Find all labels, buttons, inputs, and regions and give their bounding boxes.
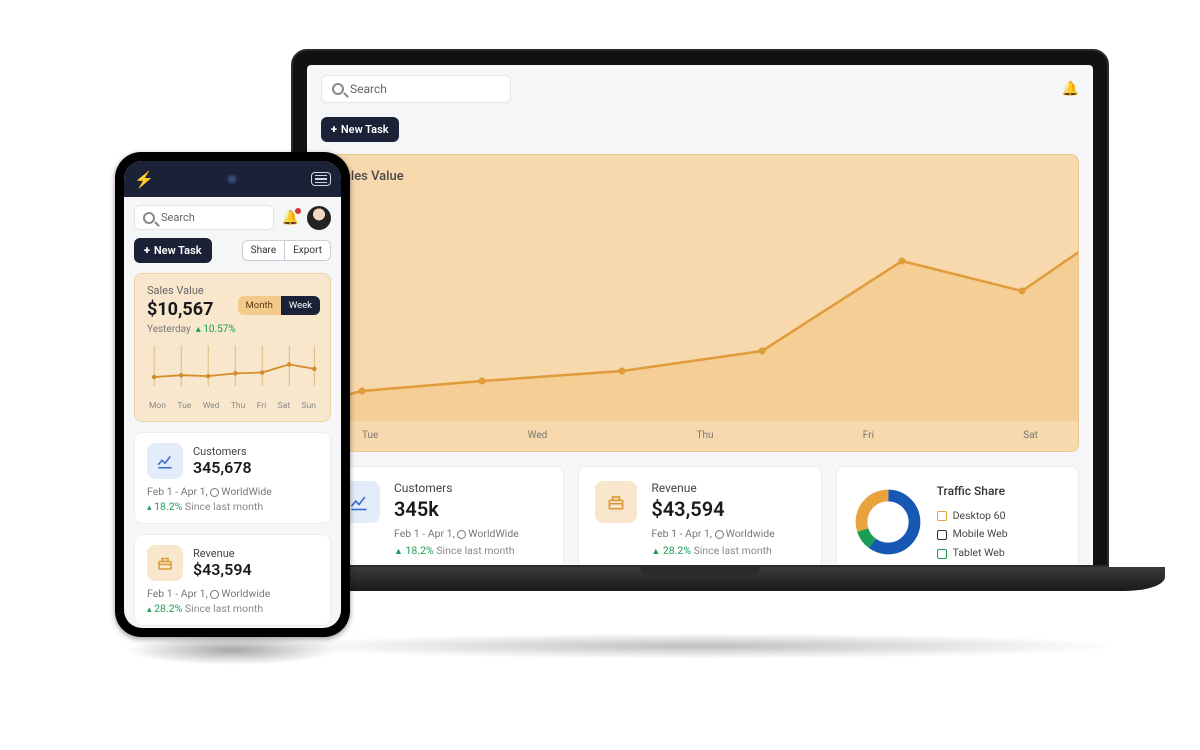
notification-badge [295, 208, 301, 214]
revenue-meta: Feb 1 - Apr 1, Worldwide [147, 587, 318, 600]
search-icon [143, 212, 155, 224]
stat-card-row: Customers 345k Feb 1 - Apr 1, WorldWide … [307, 452, 1093, 565]
chart-x-axis: Tue Wed Thu Fri Sat [362, 430, 1038, 441]
plus-icon: + [331, 123, 337, 136]
new-task-button[interactable]: + New Task [321, 117, 399, 142]
chevron-up-icon: ▴ [196, 324, 201, 335]
revenue-meta: Feb 1 - Apr 1, Worldwide [651, 527, 804, 540]
mini-chart-days: MonTueWedThuFriSatSun [147, 401, 318, 411]
chevron-up-icon: ▴ [147, 605, 152, 615]
top-bar: Search 🔔 [307, 65, 1093, 113]
customers-meta: Feb 1 - Apr 1, WorldWide [394, 527, 547, 540]
laptop-screen: Search 🔔 + New Task Sales Value [307, 65, 1093, 565]
customers-delta: ▲ 18.2% Since last month [394, 544, 547, 557]
revenue-card: Revenue $43,594 Feb 1 - Apr 1, Worldwide… [578, 466, 821, 565]
axis-label: Thu [697, 430, 714, 441]
share-button[interactable]: Share [243, 241, 284, 260]
cash-register-icon [595, 481, 637, 523]
search-icon [332, 83, 344, 95]
chevron-up-icon: ▴ [147, 503, 152, 513]
chevron-up-icon: ▲ [394, 547, 403, 557]
globe-icon [210, 488, 219, 497]
nav-dot-icon [227, 174, 237, 184]
traffic-item-mobile: Mobile Web [937, 525, 1008, 544]
traffic-donut-chart [853, 487, 923, 557]
axis-label: Fri [863, 430, 874, 441]
sales-value-card: Sales Value $10,567 Month Week Yesterday… [134, 273, 331, 422]
globe-icon [457, 530, 466, 539]
phone-navbar: ⚡ [124, 161, 341, 197]
notification-bell-icon[interactable]: 🔔 [282, 210, 299, 226]
search-placeholder: Search [161, 211, 195, 224]
menu-button[interactable] [311, 172, 331, 186]
phone-action-row: + New Task Share Export [124, 238, 341, 273]
revenue-delta: ▲ 28.2% Since last month [651, 544, 804, 557]
customers-card: Customers 345k Feb 1 - Apr 1, WorldWide … [321, 466, 564, 565]
export-button[interactable]: Export [284, 241, 330, 260]
search-placeholder: Search [350, 82, 387, 96]
toggle-week[interactable]: Week [281, 296, 320, 315]
revenue-card: Revenue $43,594 Feb 1 - Apr 1, Worldwide… [134, 534, 331, 626]
plus-icon: + [144, 244, 150, 257]
revenue-value: $43,594 [193, 560, 252, 579]
customers-label: Customers [193, 445, 252, 458]
laptop-base [235, 567, 1165, 591]
customers-label: Customers [394, 481, 547, 495]
customers-card: Customers 345,678 Feb 1 - Apr 1, WorldWi… [134, 432, 331, 524]
customers-delta: ▴ 18.2% Since last month [147, 500, 318, 513]
yesterday-delta: Yesterday ▴ 10.57% [147, 324, 318, 335]
axis-label: Sat [1023, 430, 1038, 441]
notification-bell-icon[interactable]: 🔔 [1062, 81, 1079, 97]
revenue-delta: ▴ 28.2% Since last month [147, 602, 318, 615]
globe-icon [715, 530, 724, 539]
bolt-logo-icon[interactable]: ⚡ [134, 170, 154, 189]
search-input[interactable]: Search [321, 75, 511, 103]
globe-icon [210, 590, 219, 599]
avatar[interactable] [307, 206, 331, 230]
customers-value: 345,678 [193, 458, 252, 477]
action-row: + New Task [307, 113, 1093, 154]
sales-line-chart [322, 221, 1079, 421]
toggle-month[interactable]: Month [238, 296, 281, 315]
phone-header: Search 🔔 [124, 197, 341, 238]
sales-chart-card: Sales Value Tue Wed Thu Fri Sat [321, 154, 1079, 452]
revenue-label: Revenue [651, 481, 804, 495]
phone-screen: ⚡ Search 🔔 + New Task Share Export Sales… [124, 161, 341, 628]
revenue-label: Revenue [193, 547, 252, 560]
traffic-share-card: Traffic Share Desktop 60 Mobile Web Tabl… [836, 466, 1079, 565]
chevron-up-icon: ▲ [651, 547, 660, 557]
laptop-shadow [275, 633, 1125, 659]
search-input[interactable]: Search [134, 205, 274, 230]
laptop-bezel: Search 🔔 + New Task Sales Value [291, 49, 1109, 567]
phone-mockup: ⚡ Search 🔔 + New Task Share Export Sales… [115, 152, 350, 637]
chart-line-icon [147, 443, 183, 479]
revenue-value: $43,594 [651, 497, 804, 521]
customers-value: 345k [394, 497, 547, 521]
sales-chart-title: Sales Value [336, 169, 1064, 184]
new-task-button[interactable]: + New Task [134, 238, 212, 263]
share-export-group: Share Export [242, 240, 331, 261]
period-toggle: Month Week [238, 296, 321, 315]
axis-label: Tue [362, 430, 378, 441]
traffic-item-tablet: Tablet Web [937, 544, 1008, 563]
axis-label: Wed [528, 430, 548, 441]
cash-register-icon [147, 545, 183, 581]
new-task-label: New Task [154, 244, 202, 257]
new-task-label: New Task [341, 123, 389, 136]
traffic-title: Traffic Share [937, 481, 1008, 503]
laptop-mockup: Search 🔔 + New Task Sales Value [235, 49, 1165, 639]
traffic-item-desktop: Desktop 60 [937, 507, 1008, 526]
customers-meta: Feb 1 - Apr 1, WorldWide [147, 485, 318, 498]
sales-mini-chart [147, 343, 318, 393]
